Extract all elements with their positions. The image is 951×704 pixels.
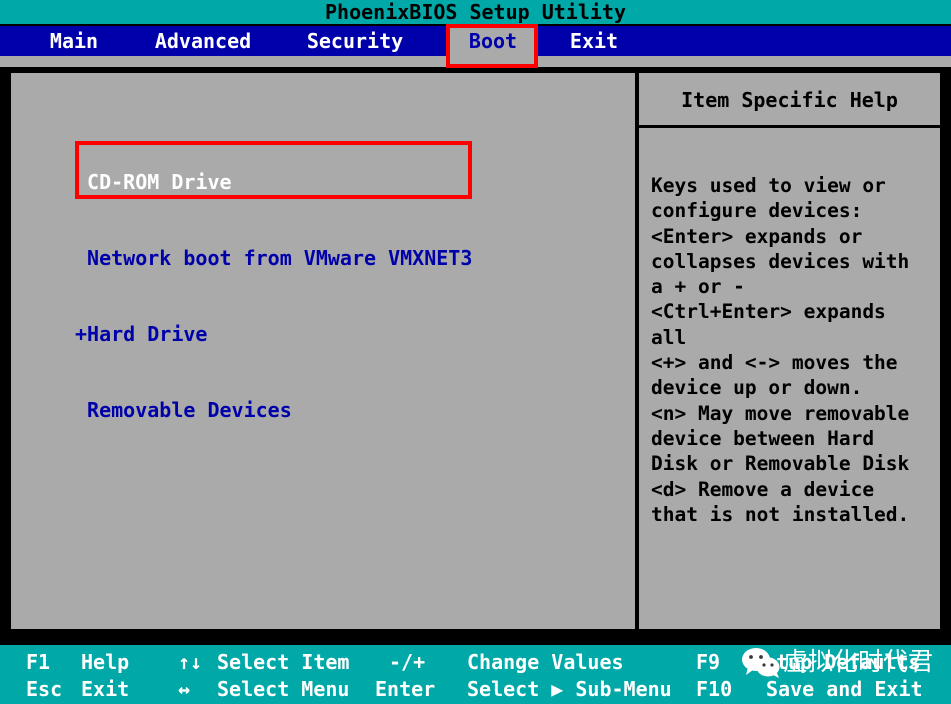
updown-arrow-icon: ↑↓: [178, 650, 203, 674]
shortcut-label-setup-defaults: Setup Defaults: [752, 650, 921, 674]
leftright-arrow-icon: ↔: [178, 677, 191, 701]
shortcut-label-select-menu: Select Menu: [217, 677, 350, 701]
shortcut-key-esc: Esc: [26, 677, 63, 701]
tab-security[interactable]: Security: [297, 26, 413, 56]
tab-advanced[interactable]: Advanced: [145, 26, 261, 56]
tab-exit[interactable]: Exit: [560, 26, 628, 56]
menu-bar: Main Advanced Security Boot Exit: [0, 26, 951, 56]
boot-order-panel: CD-ROM Drive Network boot from VMware VM…: [8, 70, 638, 632]
list-item[interactable]: +Hard Drive: [75, 322, 472, 347]
item-specific-help-panel: Item Specific Help Keys used to view or …: [636, 70, 943, 632]
list-item[interactable]: CD-ROM Drive: [75, 170, 472, 195]
shortcut-label-sub-menu: Select ▶ Sub-Menu: [467, 677, 672, 701]
tab-main[interactable]: Main: [34, 26, 114, 56]
shortcut-key-f10: F10: [696, 677, 733, 701]
help-panel-title: Item Specific Help: [639, 73, 940, 128]
shortcut-label-change-values: Change Values: [467, 650, 624, 674]
bios-setup-screen: PhoenixBIOS Setup Utility Main Advanced …: [0, 0, 951, 704]
status-bar: F1 Help ↑↓ Select Item -/+ Change Values…: [0, 645, 951, 704]
boot-device-list: CD-ROM Drive Network boot from VMware VM…: [75, 119, 472, 475]
page-title: PhoenixBIOS Setup Utility: [0, 0, 951, 24]
list-item[interactable]: Network boot from VMware VMXNET3: [75, 246, 472, 271]
shortcut-label-exit: Exit: [81, 677, 130, 701]
shortcut-key-f1: F1: [26, 650, 51, 674]
shortcut-key-f9: F9: [696, 650, 721, 674]
list-item[interactable]: Removable Devices: [75, 398, 472, 423]
shortcut-key-enter: Enter: [375, 677, 436, 701]
shortcut-label-save-and-exit: Save and Exit: [766, 677, 923, 701]
tab-boot-active-indicator: [449, 56, 537, 67]
tab-boot[interactable]: Boot: [449, 26, 537, 56]
shortcut-key-minus-plus: -/+: [389, 650, 426, 674]
content-area: CD-ROM Drive Network boot from VMware VM…: [8, 70, 943, 636]
help-panel-body: Keys used to view or configure devices: …: [651, 174, 910, 526]
shortcut-label-select-item: Select Item: [217, 650, 350, 674]
shortcut-label-help: Help: [81, 650, 130, 674]
